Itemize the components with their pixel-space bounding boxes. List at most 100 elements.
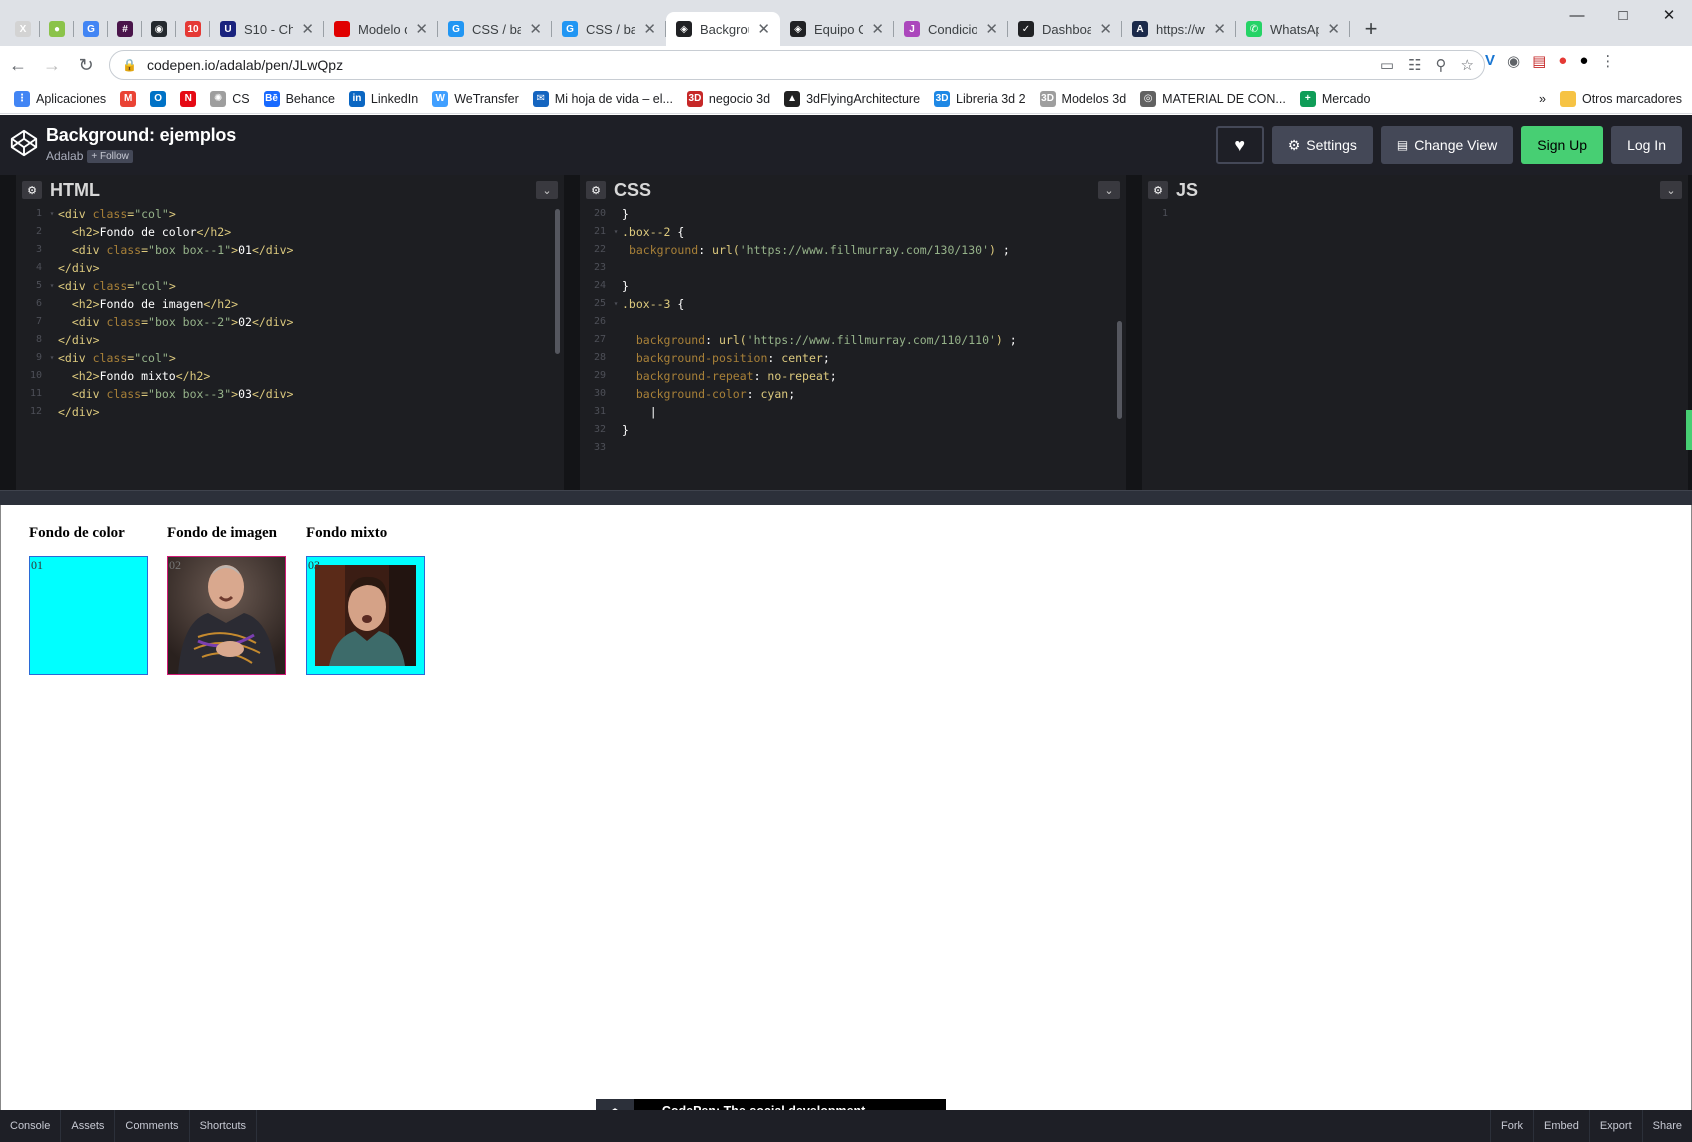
css-chevron-down-icon[interactable]: ⌄ xyxy=(1098,181,1120,199)
bookmark-item[interactable]: 3D Libreria 3d 2 xyxy=(934,90,1026,107)
bookmark-item[interactable]: ⋮ Aplicaciones xyxy=(14,90,106,107)
close-window-icon[interactable]: ✕ xyxy=(1646,0,1692,30)
preview-resizer[interactable] xyxy=(0,490,1692,505)
fold-arrow-icon[interactable]: ▾ xyxy=(46,349,58,367)
bottom-shortcuts-button[interactable]: Shortcuts xyxy=(190,1110,258,1142)
pinned-tab[interactable]: 10 xyxy=(176,12,210,46)
browser-tab[interactable]: ✓ Dashboard ✕ xyxy=(1008,12,1122,46)
bookmark-item[interactable]: N xyxy=(180,90,197,107)
code-line[interactable]: 27 background: url('https://www.fillmurr… xyxy=(580,331,1126,349)
code-line[interactable]: 28 background-position: center; xyxy=(580,349,1126,367)
back-arrow-icon[interactable]: ← xyxy=(2,49,34,81)
bottom-assets-button[interactable]: Assets xyxy=(61,1110,116,1142)
code-line[interactable]: 5 ▾ <div class = "col" > xyxy=(16,277,564,295)
code-line[interactable]: 32} xyxy=(580,421,1126,439)
fold-arrow-icon[interactable]: ▾ xyxy=(610,223,622,241)
fold-arrow-icon[interactable]: ▾ xyxy=(46,205,58,223)
bookmark-item[interactable]: in LinkedIn xyxy=(348,90,418,107)
pinned-tab[interactable]: X xyxy=(6,12,40,46)
code-line[interactable]: 1 ▾ <div class = "col" > xyxy=(16,205,564,223)
bookmark-item[interactable]: O xyxy=(150,90,167,107)
extension-pdf-icon[interactable]: ▤ xyxy=(1532,52,1546,70)
code-line[interactable]: 23 xyxy=(580,259,1126,277)
settings-button[interactable]: ⚙ Settings xyxy=(1271,126,1373,164)
browser-tab[interactable]: Ahttps://ww ✕ xyxy=(1122,12,1236,46)
extension-opera-icon[interactable]: ● xyxy=(1558,52,1567,70)
tab-close-icon[interactable]: ✕ xyxy=(985,20,998,38)
follow-button[interactable]: + Follow xyxy=(87,149,133,163)
code-line[interactable]: 6 <h2> Fondo de imagen </h2> xyxy=(16,295,564,313)
code-line[interactable]: 10 <h2> Fondo mixto </h2> xyxy=(16,367,564,385)
tab-close-icon[interactable]: ✕ xyxy=(757,20,770,38)
html-settings-gear-icon[interactable]: ⚙ xyxy=(22,181,42,199)
other-bookmarks[interactable]: Otros marcadores xyxy=(1559,91,1682,107)
browser-tab[interactable]: G CSS / back ✕ xyxy=(552,12,666,46)
minimize-icon[interactable]: — xyxy=(1554,0,1600,30)
editor-gutter-left[interactable] xyxy=(0,175,16,490)
code-line[interactable]: 21 ▾ .box--2 { xyxy=(580,223,1126,241)
bookmark-item[interactable]: + Mercado xyxy=(1299,90,1370,107)
bookmark-item[interactable]: ✺ CS xyxy=(210,90,250,107)
editor-resizer[interactable] xyxy=(564,175,580,490)
bookmark-item[interactable]: 3D Modelos 3d xyxy=(1039,90,1126,107)
html-code[interactable]: 1 ▾ <div class = "col" >2 <h2> Fondo de color <… xyxy=(16,205,564,490)
forward-arrow-icon[interactable]: → xyxy=(36,49,68,81)
browser-tab[interactable]: Modelo de ✕ xyxy=(324,12,438,46)
pinned-tab[interactable]: # xyxy=(108,12,142,46)
address-bar[interactable]: 🔒 codepen.io/adalab/pen/JLwQpz ▭ ☷ ⚲ ☆ xyxy=(109,50,1485,80)
js-settings-gear-icon[interactable]: ⚙ xyxy=(1148,181,1168,199)
code-line[interactable]: 24} xyxy=(580,277,1126,295)
bookmark-star-icon[interactable]: ☆ xyxy=(1461,56,1474,74)
translate-icon[interactable]: ☷ xyxy=(1408,56,1421,74)
reload-icon[interactable]: ↻ xyxy=(70,49,102,81)
bookmark-item[interactable]: ✉ Mi hoja de vida – el... xyxy=(532,90,673,107)
code-line[interactable]: 33 xyxy=(580,439,1126,457)
editor-resizer[interactable] xyxy=(1126,175,1142,490)
tab-close-icon[interactable]: ✕ xyxy=(529,20,542,38)
code-line[interactable]: 11 <div class = "box box--3" >03 </div> xyxy=(16,385,564,403)
css-code[interactable]: 20} 21 ▾ .box--2 {22 background: url('https… xyxy=(580,205,1126,490)
bookmark-item[interactable]: ▲ 3dFlyingArchitecture xyxy=(784,90,920,107)
browser-tab[interactable]: ◈ Equipo Co ✕ xyxy=(780,12,894,46)
signup-button[interactable]: Sign Up xyxy=(1521,126,1604,164)
code-line[interactable]: 12 </div> xyxy=(16,403,564,421)
codepen-logo-icon[interactable] xyxy=(9,128,39,158)
bottom-share-button[interactable]: Share xyxy=(1641,1110,1692,1142)
bottom-embed-button[interactable]: Embed xyxy=(1532,1110,1589,1142)
html-chevron-down-icon[interactable]: ⌄ xyxy=(536,181,558,199)
cast-icon[interactable]: ▭ xyxy=(1380,56,1394,74)
pinned-tab[interactable]: ◉ xyxy=(142,12,176,46)
code-line[interactable]: 25 ▾ .box--3 { xyxy=(580,295,1126,313)
tab-close-icon[interactable]: ✕ xyxy=(415,20,428,38)
bookmark-item[interactable]: 3D negocio 3d xyxy=(686,90,770,107)
bottom-console-button[interactable]: Console xyxy=(0,1110,62,1142)
fold-arrow-icon[interactable]: ▾ xyxy=(610,295,622,313)
bookmark-item[interactable]: Bē Behance xyxy=(263,90,335,107)
browser-tab[interactable]: U S10 - Chan ✕ xyxy=(210,12,324,46)
tab-close-icon[interactable]: ✕ xyxy=(1327,20,1340,38)
css-scrollbar[interactable] xyxy=(1117,321,1122,419)
browser-tab[interactable]: ◈ Backgroun ✕ xyxy=(666,12,780,46)
code-line[interactable]: 30 background-color: cyan; xyxy=(580,385,1126,403)
js-chevron-down-icon[interactable]: ⌄ xyxy=(1660,181,1682,199)
browser-tab[interactable]: G CSS / back ✕ xyxy=(438,12,552,46)
code-line[interactable]: 2 <h2> Fondo de color </h2> xyxy=(16,223,564,241)
code-line[interactable]: 8 </div> xyxy=(16,331,564,349)
tab-close-icon[interactable]: ✕ xyxy=(871,20,884,38)
bottom-fork-button[interactable]: Fork xyxy=(1489,1110,1533,1142)
new-tab-button[interactable]: + xyxy=(1356,14,1386,44)
code-line[interactable]: 26 xyxy=(580,313,1126,331)
pinned-tab[interactable]: G xyxy=(74,12,108,46)
bookmark-item[interactable]: M xyxy=(120,90,137,107)
menu-kebab-icon[interactable]: ⋮ xyxy=(1600,52,1615,70)
extension-v-icon[interactable]: V xyxy=(1485,52,1495,70)
html-scrollbar[interactable] xyxy=(555,209,560,354)
pen-title[interactable]: Background: ejemplos xyxy=(46,125,236,146)
code-line[interactable]: 3 <div class = "box box--1" >01 </div> xyxy=(16,241,564,259)
code-line[interactable]: 4 </div> xyxy=(16,259,564,277)
code-line[interactable]: 31 | xyxy=(580,403,1126,421)
profile-avatar-icon[interactable]: ● xyxy=(1579,52,1588,70)
fold-arrow-icon[interactable]: ▾ xyxy=(46,277,58,295)
more-bookmarks-icon[interactable]: » xyxy=(1539,92,1546,106)
result-preview[interactable]: Fondo de color 01 Fondo de imagen 02 Fon… xyxy=(0,505,1692,1110)
